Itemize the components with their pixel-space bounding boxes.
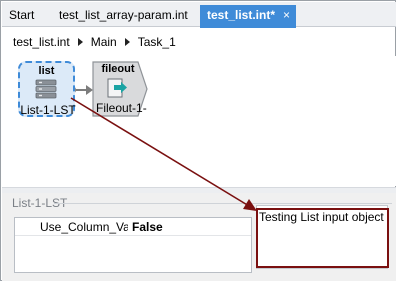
breadcrumb-item-main[interactable]: Main (91, 34, 117, 50)
property-name: Use_Column_Value (40, 220, 128, 234)
node-list[interactable]: list List-1-LST (18, 61, 76, 117)
tab-active-label: test_list.int* (207, 8, 276, 22)
node-fileout-type: fileout (101, 63, 135, 75)
tab-test-list-active[interactable]: test_list.int* × (200, 5, 296, 28)
title-rule (54, 203, 392, 204)
tab-bar: Start test_list_array-param.int test_lis… (2, 2, 396, 28)
breadcrumb-item-task[interactable]: Task_1 (138, 34, 176, 50)
close-icon[interactable]: × (283, 5, 290, 25)
properties-panel: List-1-LST Use_Column_Value False Testin… (2, 193, 396, 281)
node-fileout[interactable]: fileout Fileout-1- (92, 61, 148, 117)
chevron-right-icon (77, 38, 83, 47)
properties-table: Use_Column_Value False (14, 217, 252, 273)
node-list-type: list (38, 65, 55, 77)
editor-window: Start test_list_array-param.int test_lis… (0, 0, 396, 281)
description-box[interactable]: Testing List input object (256, 205, 388, 269)
table-row[interactable]: Use_Column_Value False (15, 218, 251, 236)
breadcrumb-item-file[interactable]: test_list.int (13, 34, 70, 50)
tab-start[interactable]: Start (5, 5, 38, 27)
node-fileout-label: Fileout-1- (96, 101, 147, 115)
node-list-label: List-1-LST (20, 103, 76, 117)
description-text: Testing List input object (259, 210, 384, 224)
list-icon (35, 79, 57, 99)
fileout-icon (107, 78, 127, 98)
breadcrumb: test_list.int Main Task_1 (13, 34, 176, 50)
tab-test-list-array-param[interactable]: test_list_array-param.int (55, 5, 192, 27)
chevron-right-icon (124, 38, 130, 47)
property-value[interactable]: False (132, 220, 163, 234)
